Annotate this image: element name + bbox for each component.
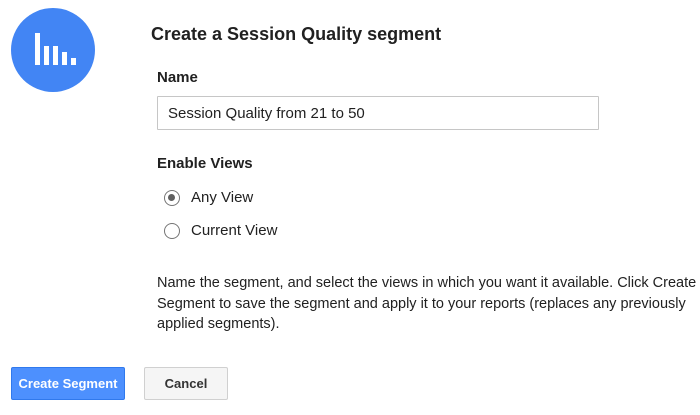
help-text: Name the segment, and select the views i…	[157, 275, 697, 332]
create-segment-button[interactable]: Create Segment	[11, 367, 125, 400]
radio-current-view-label: Current View	[191, 222, 278, 239]
radio-current-view[interactable]: Current View	[164, 222, 277, 239]
dialog-title: Create a Session Quality segment	[151, 24, 442, 44]
name-label: Name	[157, 69, 198, 86]
bar-chart-icon	[35, 33, 76, 65]
radio-any-view-label: Any View	[191, 189, 254, 206]
analytics-logo	[11, 8, 95, 92]
radio-unselected-icon[interactable]	[164, 222, 180, 239]
create-segment-dialog: Create a Session Quality segment Name En…	[0, 0, 700, 415]
segment-name-input[interactable]	[157, 96, 599, 130]
enable-views-label: Enable Views	[157, 155, 253, 172]
radio-selected-icon[interactable]	[164, 189, 180, 206]
radio-any-view[interactable]: Any View	[164, 189, 253, 206]
cancel-button[interactable]: Cancel	[144, 367, 228, 400]
